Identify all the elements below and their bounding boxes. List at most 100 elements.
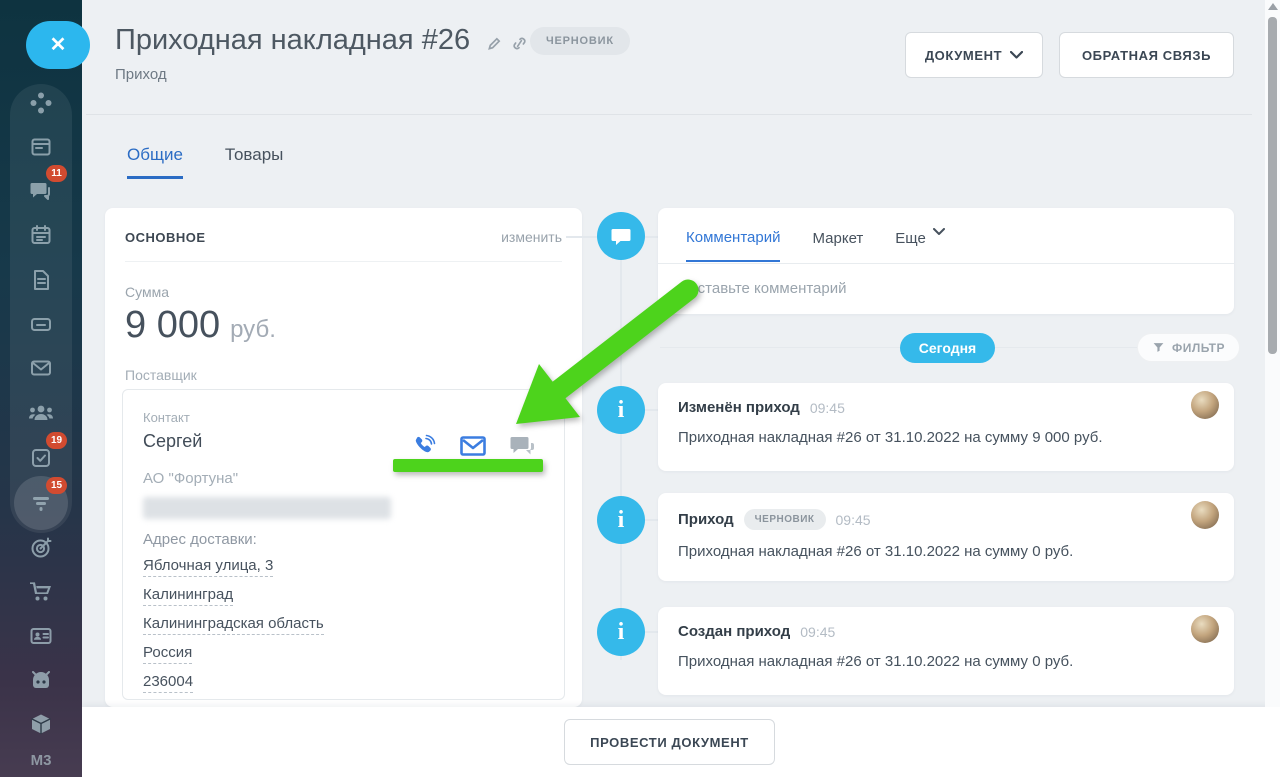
network-icon [29, 91, 53, 115]
supplier-label: Поставщик [125, 367, 562, 383]
chat-icon [29, 179, 53, 203]
post-document-button[interactable]: ПРОВЕСТИ ДОКУМЕНТ [564, 719, 775, 765]
timeline-connector [645, 519, 658, 521]
chat-bubble-icon[interactable] [510, 435, 536, 457]
sidebar-item-goals[interactable] [0, 526, 82, 570]
timeline-connector [645, 236, 658, 238]
redacted-text [143, 497, 391, 519]
avatar [1191, 501, 1219, 529]
timeline-entry: Создан приход 09:45 Приходная накладная … [658, 607, 1234, 695]
address-region-link[interactable]: Калининградская область [143, 615, 324, 635]
tab-market[interactable]: Маркет [812, 230, 863, 261]
feedback-button-label: ОБРАТНАЯ СВЯЗЬ [1082, 48, 1211, 63]
address-label: Адрес доставки: [143, 531, 544, 548]
tasks-badge: 19 [46, 432, 67, 449]
entry-time: 09:45 [810, 400, 845, 416]
sidebar-item-window[interactable] [0, 125, 82, 169]
cube-icon [29, 712, 53, 736]
status-badge: ЧЕРНОВИК [530, 27, 630, 55]
sidebar-item-chat[interactable]: 11 [0, 169, 82, 213]
info-icon: i [618, 397, 625, 424]
comment-input[interactable]: Оставьте комментарий [658, 264, 1234, 297]
contact-label: Контакт [143, 410, 544, 425]
tab-more-label: Еще [895, 230, 926, 247]
page-title: Приходная накладная #26 [115, 24, 470, 57]
sidebar-item-network[interactable] [0, 81, 82, 125]
link-icon[interactable] [511, 36, 528, 51]
sidebar-item-documents[interactable] [0, 258, 82, 302]
timeline-connector [645, 409, 658, 411]
scroll-up-arrow-icon[interactable] [1268, 3, 1278, 10]
inbox-icon [29, 312, 53, 336]
chevron-down-icon [933, 228, 945, 235]
window-icon [29, 135, 53, 159]
contact-company: АО "Фортуна" [143, 470, 544, 487]
timeline-comment-marker [597, 212, 645, 260]
main-tabs: Общие Товары [127, 145, 283, 179]
card-title: ОСНОВНОЕ [125, 230, 206, 245]
sum-label: Сумма [125, 284, 562, 300]
document-button-label: ДОКУМЕНТ [925, 48, 1002, 63]
chat-badge: 11 [46, 165, 67, 182]
filter-icon [1152, 341, 1165, 354]
entry-text: Приходная накладная #26 от 31.10.2022 на… [678, 543, 1214, 560]
info-icon: i [618, 507, 625, 534]
entry-time: 09:45 [836, 512, 871, 528]
sidebar-item-employees[interactable] [0, 614, 82, 658]
document-menu-button[interactable]: ДОКУМЕНТ [905, 32, 1043, 78]
sidebar-item-sales-funnel[interactable]: 15 [0, 481, 82, 525]
address-zip-link[interactable]: 236004 [143, 673, 193, 693]
funnel-icon [29, 491, 53, 515]
footer-bar: ПРОВЕСТИ ДОКУМЕНТ [82, 707, 1280, 777]
address-city-link[interactable]: Калининград [143, 586, 233, 606]
entry-text: Приходная накладная #26 от 31.10.2022 на… [678, 653, 1214, 670]
tab-comment[interactable]: Комментарий [686, 229, 780, 262]
sidebar-item-cart[interactable] [0, 570, 82, 614]
filter-button[interactable]: ФИЛЬТР [1137, 333, 1240, 362]
tab-more[interactable]: Еще [895, 228, 945, 263]
edit-pencil-icon[interactable] [487, 36, 502, 51]
address-country-link[interactable]: Россия [143, 644, 192, 664]
sum-currency: руб. [230, 316, 276, 343]
sidebar-item-bot[interactable] [0, 659, 82, 703]
tab-general[interactable]: Общие [127, 145, 183, 179]
timeline-entry: Изменён приход 09:45 Приходная накладная… [658, 383, 1234, 471]
info-icon: i [618, 619, 625, 646]
edit-link[interactable]: изменить [501, 229, 562, 245]
timeline-info-marker: i [597, 608, 645, 656]
comment-icon [610, 226, 632, 246]
avatar [1191, 391, 1219, 419]
mail-icon [29, 356, 53, 380]
scrollbar-track[interactable] [1265, 0, 1280, 707]
contact-actions [412, 434, 536, 458]
entry-title: Приход [678, 511, 734, 528]
entry-status-badge: ЧЕРНОВИК [744, 509, 826, 530]
scrollbar-thumb[interactable] [1268, 17, 1277, 354]
sidebar-item-mail[interactable] [0, 346, 82, 390]
email-icon[interactable] [460, 435, 486, 457]
timeline-info-marker: i [597, 496, 645, 544]
calendar-icon [29, 223, 53, 247]
sidebar-bottom-label: М3 [0, 752, 82, 769]
filter-button-label: ФИЛЬТР [1172, 341, 1225, 355]
tab-products[interactable]: Товары [225, 145, 283, 179]
document-icon [29, 268, 53, 292]
bot-icon [28, 669, 54, 693]
funnel-badge: 15 [46, 477, 67, 494]
feedback-button[interactable]: ОБРАТНАЯ СВЯЗЬ [1059, 32, 1234, 78]
phone-icon[interactable] [412, 434, 436, 458]
users-icon [28, 401, 54, 425]
contact-card: Контакт Сергей АО "Фортуна" Адрес достав… [122, 389, 565, 700]
sidebar-item-calendar[interactable] [0, 213, 82, 257]
main-info-card: ОСНОВНОЕ изменить Сумма 9 000руб. Постав… [105, 208, 582, 707]
sidebar-item-inbox[interactable] [0, 302, 82, 346]
sidebar-item-tasks[interactable]: 19 [0, 436, 82, 480]
timeline-line [620, 258, 622, 660]
address-street-link[interactable]: Яблочная улица, 3 [143, 557, 273, 577]
sidebar-item-contacts[interactable] [0, 391, 82, 435]
sidebar: 11 [0, 0, 82, 777]
sidebar-item-products[interactable] [0, 702, 82, 746]
timeline-connector [566, 236, 597, 238]
chevron-down-icon [1010, 51, 1023, 59]
close-button[interactable]: ✕ [26, 21, 90, 69]
